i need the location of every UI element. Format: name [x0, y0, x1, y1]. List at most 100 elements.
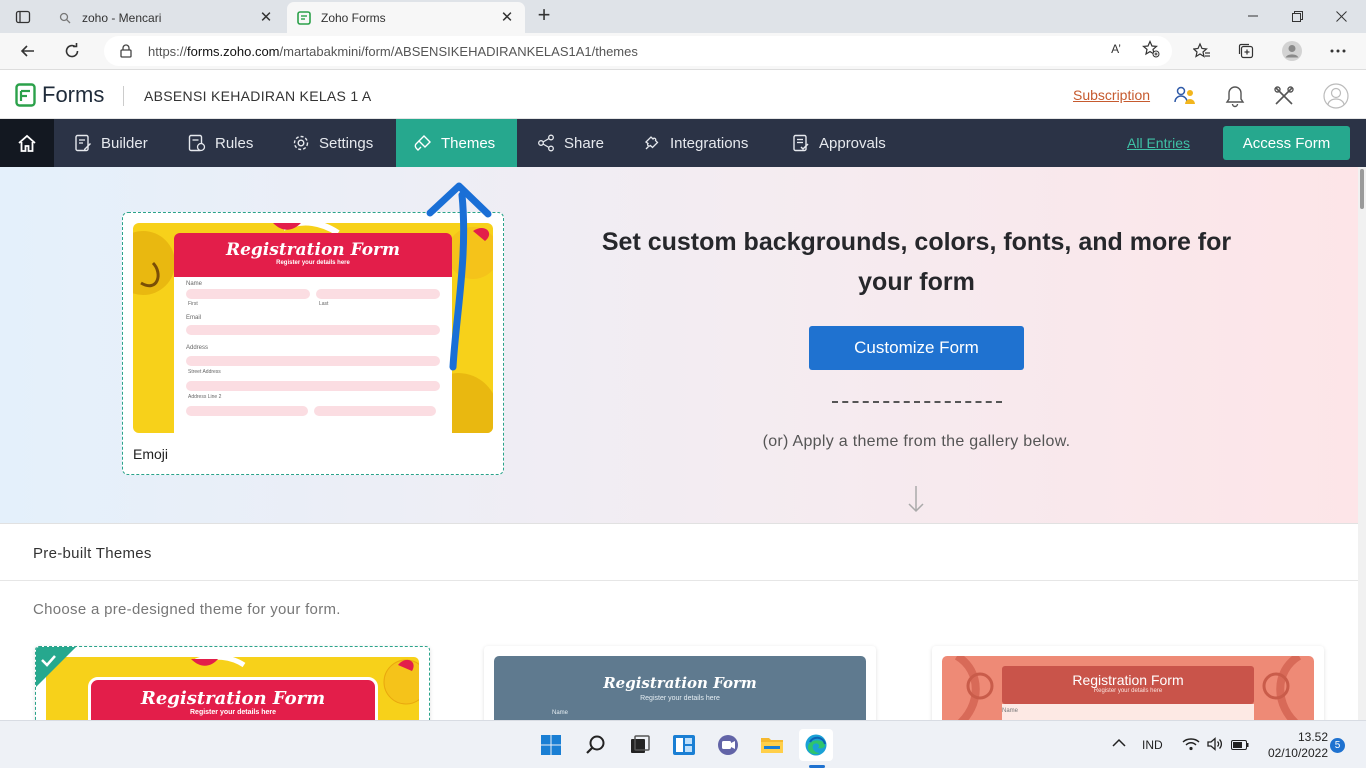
search-icon — [58, 11, 72, 25]
windows-logo-icon — [541, 735, 561, 755]
zoho-forms-favicon-icon — [297, 10, 311, 25]
access-form-button[interactable]: Access Form — [1223, 126, 1350, 160]
browser-tab-search[interactable]: zoho - Mencari ✕ — [48, 2, 284, 33]
nav-label: Share — [564, 134, 605, 152]
restore-icon[interactable] — [1282, 4, 1312, 28]
add-favorite-icon[interactable] — [1142, 40, 1160, 58]
nav-approvals[interactable]: Approvals — [774, 119, 904, 167]
widgets-button[interactable] — [667, 729, 701, 761]
window-close-icon[interactable] — [1326, 4, 1356, 28]
preview-label-last: Last — [319, 301, 329, 307]
preview-field — [186, 325, 440, 335]
brush-icon — [414, 134, 432, 152]
nav-rules[interactable]: Rules — [170, 119, 271, 167]
notification-badge[interactable]: 5 — [1330, 738, 1345, 753]
preview-label-first: First — [188, 301, 198, 307]
share-icon — [537, 134, 555, 152]
language-indicator[interactable]: IND — [1142, 738, 1163, 752]
refresh-icon[interactable] — [58, 38, 86, 64]
close-icon[interactable]: ✕ — [499, 9, 515, 26]
tab-title: Zoho Forms — [321, 10, 386, 25]
all-entries-link[interactable]: All Entries — [1127, 135, 1190, 151]
preview-field — [186, 356, 440, 366]
current-theme-card[interactable]: Registration Form Register your details … — [122, 212, 504, 475]
customize-form-button[interactable]: Customize Form — [809, 326, 1024, 370]
browser-tab-strip: zoho - Mencari ✕ Zoho Forms ✕ + — [0, 0, 1366, 33]
bell-icon[interactable] — [1222, 83, 1248, 109]
puzzle-icon — [643, 134, 661, 152]
theme-card-preview: Registration Form Register your details … — [494, 656, 866, 726]
minimize-icon[interactable] — [1238, 4, 1268, 28]
tab-actions-icon[interactable] — [8, 5, 38, 29]
read-aloud-icon[interactable]: A’ — [1107, 40, 1125, 58]
zoho-forms-logo[interactable]: Forms — [15, 82, 104, 108]
volume-icon[interactable] — [1207, 737, 1223, 754]
tools-icon[interactable] — [1271, 83, 1297, 109]
system-clock[interactable]: 13.52 02/10/2022 — [1258, 729, 1328, 761]
nav-settings[interactable]: Settings — [274, 119, 391, 167]
prebuilt-themes-header: Pre-built Themes — [0, 525, 1358, 581]
theme-card-preview: Registration Form Register your details … — [46, 657, 419, 725]
preview-label-name: Name — [186, 281, 203, 287]
theme-card-coral[interactable]: Registration Form Register your details … — [932, 646, 1324, 726]
preview-form-header: Registration Form Register your details … — [1002, 666, 1254, 704]
task-view-button[interactable] — [623, 729, 657, 761]
folder-icon — [761, 738, 783, 753]
nav-label: Rules — [215, 134, 254, 152]
approvals-icon — [792, 134, 810, 152]
nav-integrations[interactable]: Integrations — [625, 119, 766, 167]
theme-card-emoji[interactable]: Registration Form Register your details … — [35, 646, 430, 726]
url-bar[interactable]: https://forms.zoho.com/martabakmini/form… — [104, 36, 1172, 66]
page-scrollbar[interactable] — [1358, 167, 1366, 720]
clock-date: 02/10/2022 — [1267, 746, 1328, 760]
hero-subtitle: (or) Apply a theme from the gallery belo… — [762, 433, 1071, 450]
file-explorer-button[interactable] — [755, 729, 789, 761]
clock-time: 13.52 — [1297, 730, 1328, 744]
builder-icon — [74, 134, 92, 152]
community-icon[interactable] — [1172, 83, 1198, 109]
close-icon[interactable]: ✕ — [258, 9, 274, 26]
gear-icon — [292, 134, 310, 152]
nav-label: Builder — [101, 134, 148, 152]
app-header: Forms ABSENSI KEHADIRAN KELAS 1 A Subscr… — [0, 71, 1366, 119]
favorites-icon[interactable] — [1189, 38, 1215, 64]
wifi-icon[interactable] — [1182, 737, 1200, 754]
nav-share[interactable]: Share — [519, 119, 622, 167]
chevron-up-icon[interactable] — [1112, 737, 1126, 751]
new-tab-button[interactable]: + — [532, 4, 556, 28]
theme-card-slate[interactable]: Registration Form Register your details … — [484, 646, 876, 726]
header-divider — [123, 86, 124, 106]
lock-icon[interactable] — [118, 43, 134, 59]
nav-themes[interactable]: Themes — [396, 119, 517, 167]
profile-avatar[interactable] — [1279, 38, 1305, 64]
browser-tab-zoho-forms[interactable]: Zoho Forms ✕ — [287, 2, 525, 33]
start-button[interactable] — [534, 729, 568, 761]
preview-form-title: Registration Form — [140, 688, 326, 709]
collections-icon[interactable] — [1233, 38, 1259, 64]
theme-hero-section: Registration Form Register your details … — [0, 167, 1358, 524]
more-options-icon[interactable] — [1325, 38, 1351, 64]
back-icon[interactable] — [14, 38, 42, 64]
nav-builder[interactable]: Builder — [56, 119, 166, 167]
preview-label-line2: Address Line 2 — [188, 394, 222, 400]
edge-button[interactable] — [799, 729, 833, 761]
nav-label: Approvals — [819, 134, 886, 152]
tab-title: zoho - Mencari — [82, 10, 162, 25]
scrollbar-thumb[interactable] — [1360, 169, 1364, 209]
form-name[interactable]: ABSENSI KEHADIRAN KELAS 1 A — [144, 88, 372, 104]
preview-label-email: Email — [186, 315, 202, 321]
battery-icon[interactable] — [1231, 739, 1249, 753]
teams-chat-button[interactable] — [711, 729, 745, 761]
url-prefix: https:// — [148, 43, 188, 59]
divider-dashed — [832, 401, 1002, 403]
preview-field — [186, 289, 310, 299]
user-avatar[interactable] — [1323, 83, 1349, 109]
subscription-link[interactable]: Subscription — [1073, 87, 1150, 103]
taskbar-search[interactable] — [579, 729, 613, 761]
preview-form-title: Registration Form — [603, 674, 757, 692]
task-view-icon — [631, 735, 650, 753]
nav-label: Themes — [441, 134, 496, 152]
preview-label-name: Name — [1002, 708, 1019, 714]
home-button[interactable] — [0, 119, 54, 167]
preview-field — [316, 289, 440, 299]
